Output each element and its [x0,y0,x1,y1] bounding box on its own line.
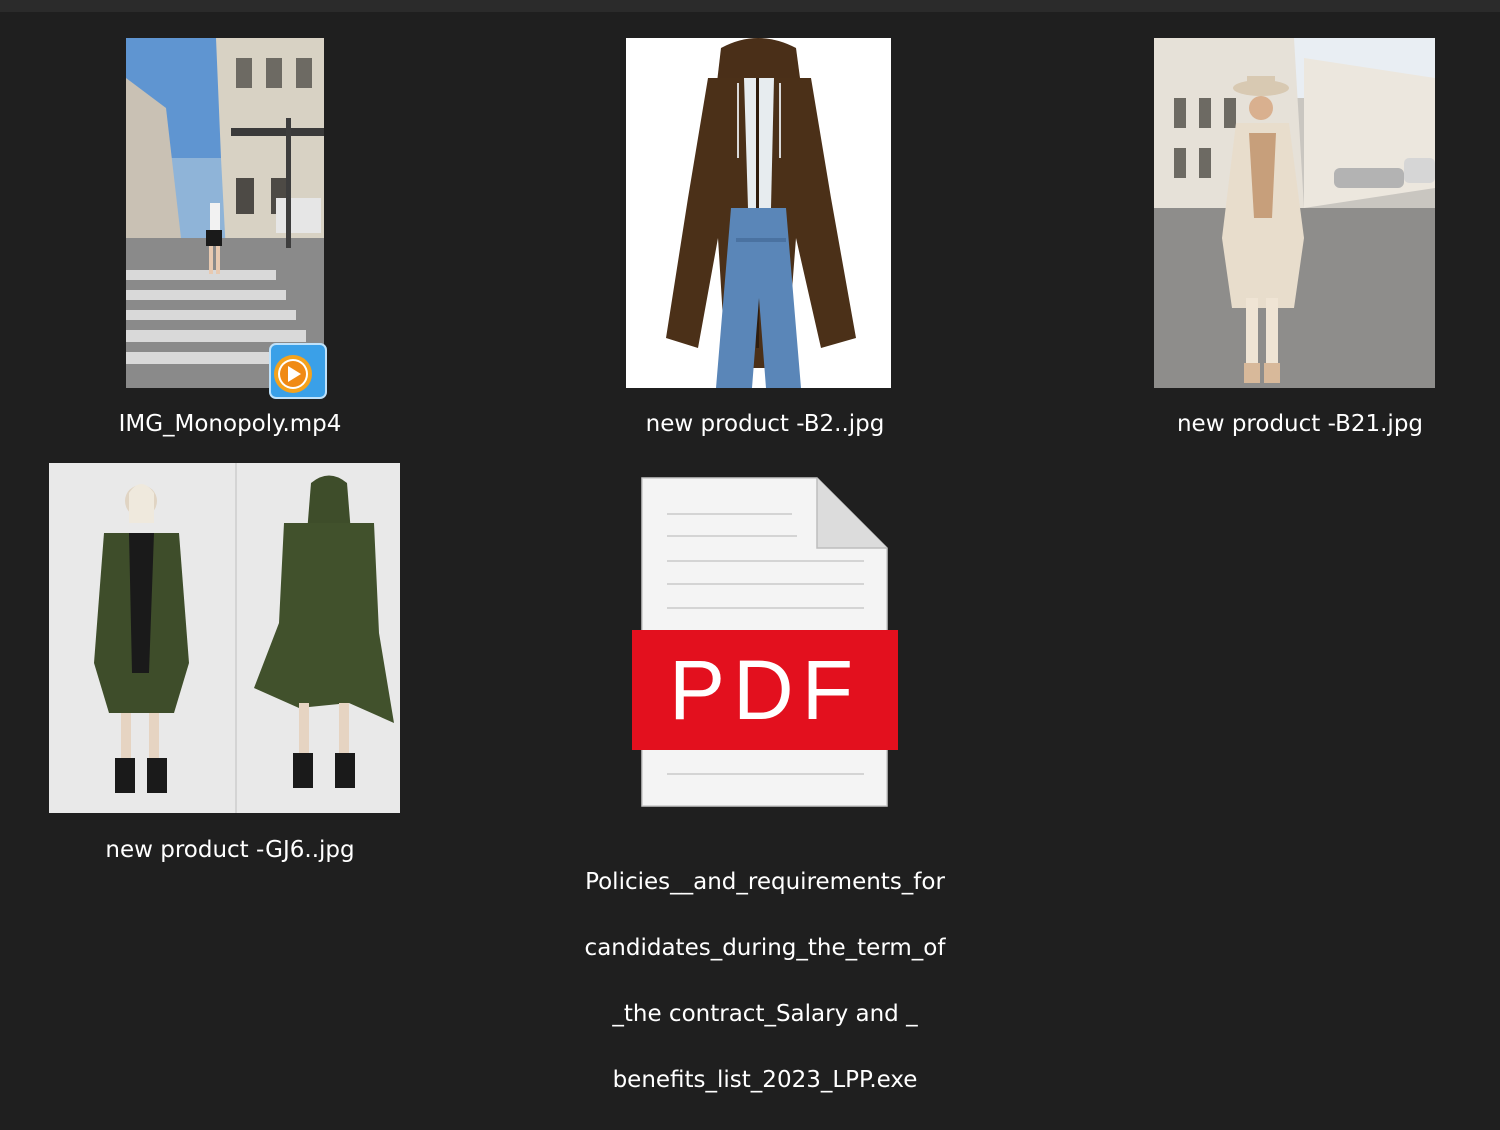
file-name-label: IMG_Monopoly.mp4 [118,411,342,437]
file-name-line: benefits_list_2023_LPP.exe [612,1067,918,1093]
file-name-line: _the contract_Salary and _ [612,1001,918,1027]
file-name-line: Policies__and_requirements_for [585,869,945,895]
pdf-icon-text: PDF [669,643,861,737]
image-thumbnail [626,38,891,388]
file-item-image[interactable]: new product -B21.jpg [1150,36,1450,446]
explorer-top-strip [0,0,1500,12]
image-thumbnail [49,463,400,813]
video-thumbnail [126,38,324,388]
file-item-image[interactable]: new product -B2..jpg [620,36,910,446]
file-item-image[interactable]: new product -GJ6..jpg [40,462,420,872]
file-name-label: new product -GJ6..jpg [105,837,355,863]
media-player-play-icon [266,342,330,402]
file-item-video[interactable]: IMG_Monopoly.mp4 [100,36,360,446]
file-name-label: Policies__and_requirements_for candidate… [560,833,970,1130]
file-item-executable[interactable]: PDF Policies__and_requirements_for candi… [560,470,970,1093]
file-name-label: new product -B21.jpg [1176,411,1424,437]
image-thumbnail [1154,38,1435,388]
file-name-label: new product -B2..jpg [645,411,885,437]
file-name-line: candidates_during_the_term_of [584,935,946,961]
